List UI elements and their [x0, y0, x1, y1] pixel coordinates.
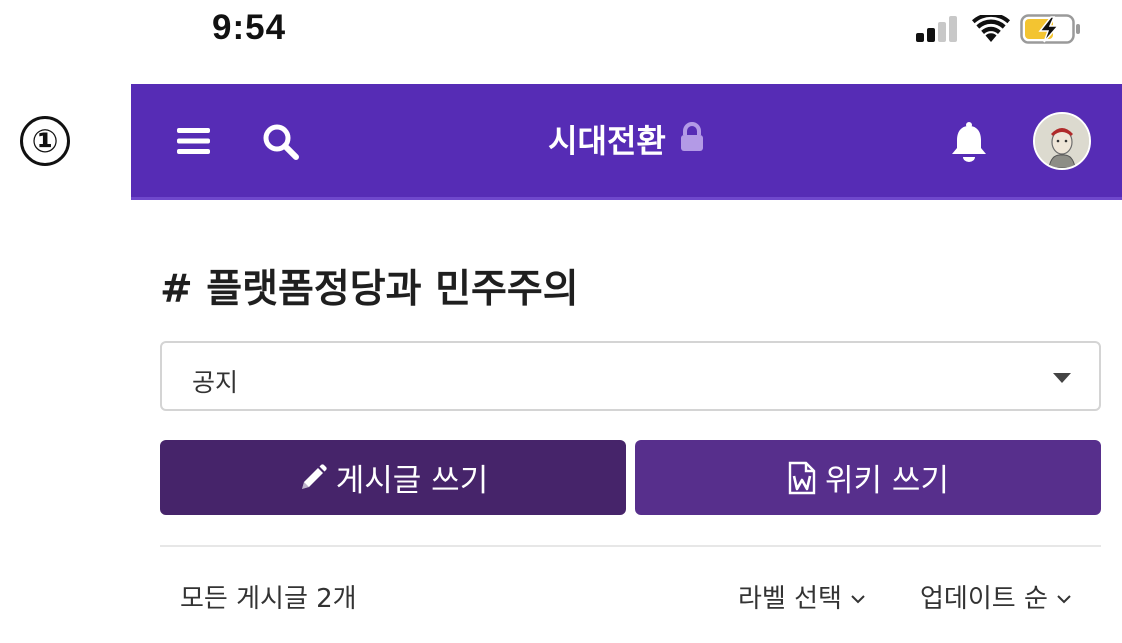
cellular-signal-icon [916, 16, 960, 42]
caret-down-icon [1053, 373, 1071, 383]
chevron-down-icon [851, 594, 865, 603]
category-select-value: 공지 [192, 368, 239, 397]
category-select[interactable]: 공지 [160, 341, 1101, 411]
app-header: 시대전환 [131, 84, 1122, 200]
battery-charging-icon [1020, 14, 1080, 44]
write-post-label: 게시글 쓰기 [335, 463, 489, 499]
sort-dropdown[interactable]: 업데이트 순 [920, 578, 1072, 615]
channel-title: # 플랫폼정당과 민주주의 [160, 267, 579, 312]
step-marker: ① [20, 116, 70, 166]
group-title[interactable]: 시대전환 [548, 122, 666, 160]
avatar-image [1035, 114, 1089, 168]
status-bar-time: 9:54 [212, 8, 287, 47]
write-wiki-label: 위키 쓰기 [825, 463, 949, 499]
divider [160, 545, 1101, 547]
lock-icon [680, 122, 703, 151]
write-post-button[interactable]: 게시글 쓰기 [160, 440, 626, 515]
post-count: 모든 게시글 2개 [180, 584, 357, 614]
pencil-icon [301, 463, 327, 489]
label-filter-dropdown[interactable]: 라벨 선택 [738, 578, 866, 615]
status-bar-icons [916, 12, 1082, 46]
bell-icon [952, 122, 986, 162]
wifi-icon [972, 15, 1010, 42]
word-document-icon [788, 461, 816, 494]
chevron-down-icon [1057, 594, 1071, 603]
sort-text: 업데이트 순 [920, 584, 1048, 614]
write-wiki-button[interactable]: 위키 쓰기 [635, 440, 1101, 515]
user-avatar[interactable] [1033, 112, 1091, 170]
label-filter-text: 라벨 선택 [738, 584, 842, 614]
notifications-button[interactable] [947, 120, 991, 164]
app-screen: 9:54 ① 시대전환 # 플랫폼정당과 민주주의 공지 게시글 쓰기 위키 쓰… [0, 0, 1122, 643]
